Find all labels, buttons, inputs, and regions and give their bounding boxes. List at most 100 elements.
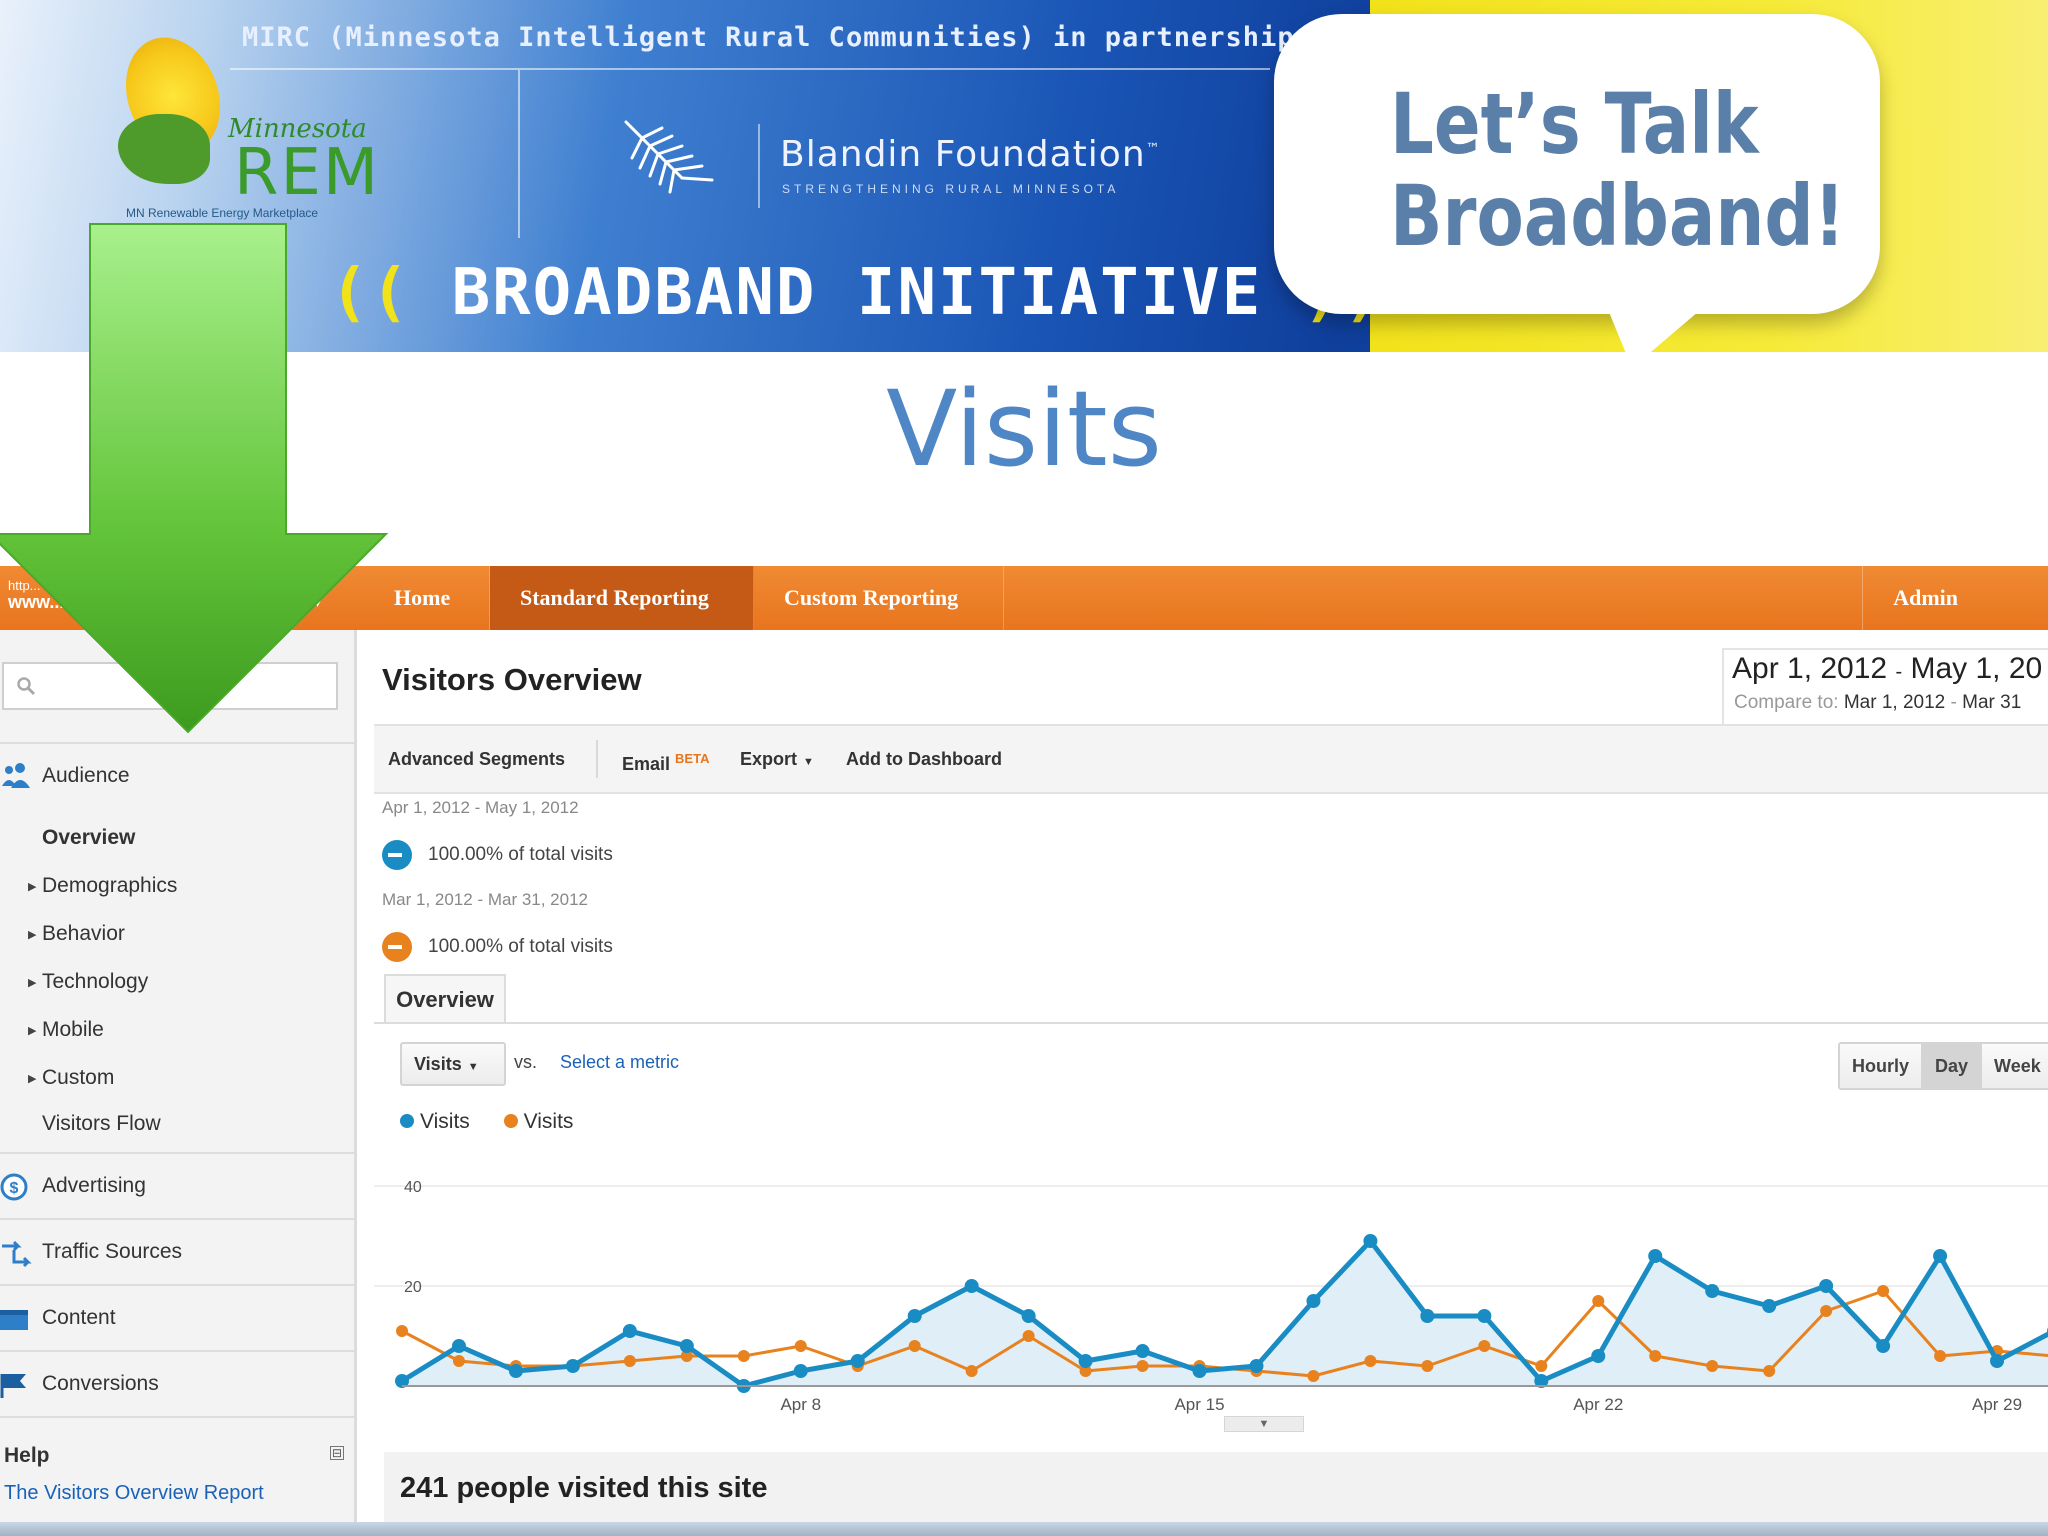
legend-swatch	[503, 1114, 518, 1128]
data-point	[1022, 1330, 1035, 1342]
data-point	[1478, 1340, 1491, 1352]
expand-caret-icon[interactable]: ▶	[28, 1024, 36, 1037]
sidebar-item-traffic-sources[interactable]: Traffic Sources	[0, 1218, 354, 1284]
banner-divider-vertical	[518, 70, 520, 238]
segment-share-compare: 100.00% of total visits	[428, 936, 613, 957]
leaf-icon	[118, 114, 210, 184]
flag-icon	[0, 1374, 26, 1398]
expand-caret-icon[interactable]: ▶	[28, 1072, 36, 1085]
traffic-arrows-icon	[2, 1240, 32, 1268]
os-taskbar	[0, 1522, 2048, 1536]
blandin-foundation-tagline: STRENGTHENING RURAL MINNESOTA	[782, 182, 1120, 196]
expand-caret-icon[interactable]: ▶	[28, 928, 36, 941]
sidebar-item-custom[interactable]: Custom	[42, 1066, 114, 1090]
data-point	[964, 1279, 979, 1293]
tab-standard-reporting[interactable]: Standard Reporting	[490, 566, 754, 630]
export-button[interactable]: Export ▼	[740, 726, 814, 792]
data-point	[1591, 1349, 1606, 1363]
data-point	[1876, 1339, 1891, 1353]
sidebar-item-content[interactable]: Content	[0, 1284, 354, 1350]
data-point	[1763, 1365, 1776, 1377]
data-point	[737, 1350, 750, 1362]
expand-caret-icon[interactable]: ▶	[28, 880, 36, 893]
data-point	[1648, 1249, 1663, 1263]
data-point	[1078, 1354, 1093, 1368]
sidebar-item-advertising[interactable]: $ Advertising	[0, 1152, 354, 1218]
date-range[interactable]: Apr 1, 2012 - May 1, 20	[1732, 652, 2042, 686]
x-tick-label: Apr 8	[780, 1395, 821, 1414]
y-tick-label: 20	[404, 1279, 422, 1296]
segment-pie-icon	[382, 932, 412, 962]
blandin-divider	[758, 124, 760, 208]
summary-heading: 241 people visited this site	[384, 1452, 2048, 1524]
chart-expand-handle[interactable]: ▼	[1224, 1416, 1304, 1432]
data-point	[1307, 1370, 1320, 1382]
sidebar-item-conversions[interactable]: Conversions	[0, 1350, 354, 1416]
data-point	[850, 1354, 865, 1368]
data-point	[1592, 1295, 1605, 1307]
granularity-hourly-button[interactable]: Hourly	[1840, 1044, 1924, 1088]
data-point	[452, 1355, 465, 1367]
expand-caret-icon[interactable]: ▶	[28, 976, 36, 989]
rem-logo-tagline: MN Renewable Energy Marketplace	[126, 206, 319, 220]
data-point	[565, 1359, 580, 1373]
content-icon	[0, 1310, 28, 1330]
data-point	[1877, 1285, 1890, 1297]
data-point	[396, 1325, 408, 1337]
granularity-toggle: Hourly Day Week	[1838, 1042, 2048, 1090]
report-toolbar: Advanced Segments Email BETA Export ▼ Add…	[374, 726, 2048, 794]
chevron-down-icon: ▼	[803, 756, 814, 768]
data-point	[679, 1339, 694, 1353]
sidebar-item-visitors-flow[interactable]: Visitors Flow	[42, 1112, 161, 1136]
sidebar-item-behavior[interactable]: Behavior	[42, 922, 125, 946]
tab-overview[interactable]: Overview	[384, 974, 506, 1024]
rem-logo-name: REM	[234, 136, 381, 210]
data-point	[1192, 1364, 1207, 1378]
partnership-text: MIRC (Minnesota Intelligent Rural Commun…	[242, 22, 1399, 53]
help-heading: Help	[4, 1444, 50, 1467]
data-point	[1420, 1309, 1435, 1323]
data-point	[965, 1365, 978, 1377]
beta-badge: BETA	[675, 751, 710, 766]
speech-bubble-tail	[1604, 300, 1712, 368]
sidebar-item-demographics[interactable]: Demographics	[42, 874, 177, 898]
report-main: Visitors Overview Apr 1, 2012 - May 1, 2…	[374, 630, 2048, 1536]
data-point	[1306, 1294, 1321, 1308]
advanced-segments-button[interactable]: Advanced Segments	[388, 726, 565, 792]
chevron-down-icon: ▼	[467, 1061, 479, 1073]
data-point	[1762, 1299, 1777, 1313]
email-button[interactable]: Email BETA	[622, 726, 709, 792]
sidebar-item-label: Content	[42, 1306, 116, 1329]
x-tick-label: Apr 15	[1174, 1395, 1224, 1414]
sidebar-item-overview[interactable]: Overview	[42, 826, 135, 850]
data-point	[1021, 1309, 1036, 1323]
toolbar-divider	[596, 740, 598, 778]
pine-branch-icon	[624, 120, 714, 194]
granularity-day-button[interactable]: Day	[1923, 1044, 1983, 1088]
sidebar-item-mobile[interactable]: Mobile	[42, 1018, 104, 1042]
compare-date-range[interactable]: Compare to: Mar 1, 2012 - Mar 31	[1734, 692, 2021, 714]
dollar-icon: $	[0, 1173, 28, 1201]
segment-range-current: Apr 1, 2012 - May 1, 2012	[382, 798, 579, 817]
data-point	[1706, 1360, 1719, 1372]
select-metric-link[interactable]: Select a metric	[560, 1052, 679, 1073]
data-point	[623, 1355, 636, 1367]
blandin-foundation-name: Blandin Foundation™	[780, 134, 1161, 175]
tab-divider	[374, 1022, 2048, 1024]
tab-admin[interactable]: Admin	[1862, 566, 1988, 630]
granularity-week-button[interactable]: Week	[1982, 1044, 2048, 1088]
sidebar-item-audience[interactable]: Audience	[0, 742, 354, 808]
data-point	[1819, 1279, 1834, 1293]
help-link-visitors-overview[interactable]: The Visitors Overview Report	[4, 1482, 264, 1505]
data-point	[907, 1309, 922, 1323]
tab-custom-reporting[interactable]: Custom Reporting	[754, 566, 1004, 630]
data-point	[1363, 1234, 1378, 1248]
data-point	[1477, 1309, 1492, 1323]
broadband-initiative-title: (( BROADBAND INITIATIVE ))	[330, 256, 1382, 330]
data-point	[1705, 1284, 1720, 1298]
sidebar-item-technology[interactable]: Technology	[42, 970, 148, 994]
metric-selector[interactable]: Visits ▼	[400, 1042, 506, 1086]
sidebar-item-label: Advertising	[42, 1174, 146, 1197]
collapse-icon[interactable]: ⊟	[330, 1446, 344, 1460]
add-to-dashboard-button[interactable]: Add to Dashboard	[846, 726, 1002, 792]
